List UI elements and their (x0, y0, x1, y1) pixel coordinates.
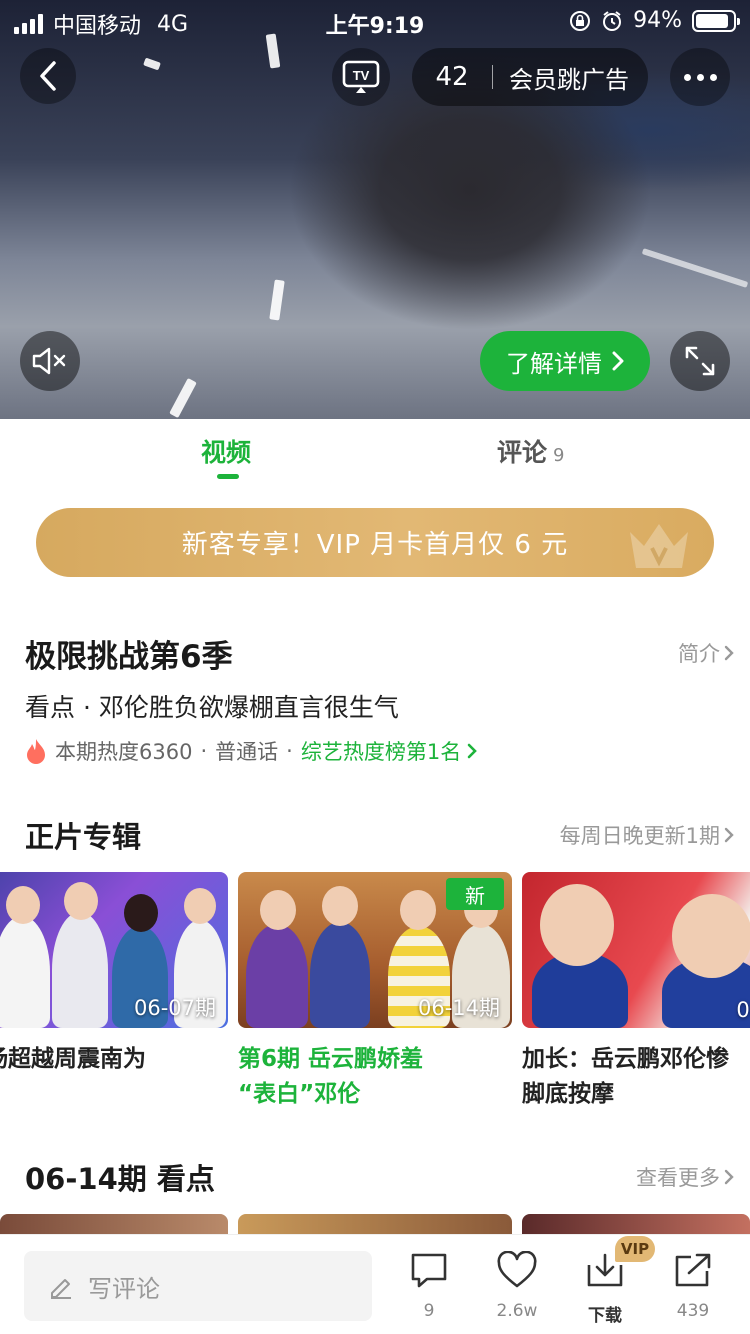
chevron-right-icon (724, 1169, 734, 1185)
status-bar: 中国移动 4G 上午9:19 94% (0, 0, 750, 42)
update-schedule-label: 每周日晚更新1期 (559, 824, 720, 848)
alarm-icon (603, 10, 622, 31)
more-options-button[interactable] (670, 48, 730, 106)
dot-icon (696, 73, 704, 81)
episode-card[interactable]: 06-0 加长：岳云鹏邓伦惨 脚底按摩 (522, 872, 750, 1112)
tv-cast-button[interactable]: TV (332, 48, 390, 106)
learn-more-label: 了解详情 (506, 349, 602, 378)
fullscreen-button[interactable] (670, 331, 730, 391)
tv-cast-icon: TV (342, 60, 380, 93)
highlights-section-title: 06-14期 看点 (25, 1162, 215, 1196)
comments-count-label: 9 (423, 1301, 435, 1321)
battery-icon (692, 9, 740, 32)
ranking-link[interactable]: 综艺热度榜第1名 (300, 736, 478, 766)
chevron-right-icon (467, 743, 478, 759)
speaker-muted-icon (32, 347, 66, 375)
road-marking (143, 57, 161, 71)
show-meta: 本期热度6360 · 普通话 · 综艺热度榜第1名 (25, 736, 478, 766)
intro-label: 简介 (678, 642, 720, 666)
chevron-right-icon (724, 827, 734, 843)
svg-text:TV: TV (353, 68, 370, 83)
likes-count-label: 2.6w (496, 1301, 538, 1321)
vip-skip-ad-label[interactable]: 会员跳广告 (493, 60, 629, 95)
content-tabs: 视频 评论 9 (0, 419, 750, 489)
episode-thumbnail: 06-07期 (0, 872, 228, 1028)
episode-card[interactable]: 新 06-14期 第6期 岳云鹏娇羞 “表白”邓伦 (238, 872, 512, 1112)
highlight-thumbnail[interactable] (0, 1214, 228, 1234)
tab-comments-label: 评论 (497, 438, 548, 467)
pencil-icon (51, 1279, 71, 1299)
highlight-thumbnail[interactable] (522, 1214, 750, 1234)
vip-promo-banner[interactable]: 新客专享！VIP 月卡首月仅 6 元 (36, 508, 714, 577)
episode-highlight: 看点 · 邓伦胜负欲爆棚直言很生气 (25, 693, 399, 722)
download-action[interactable]: 下载 (575, 1251, 635, 1326)
episode-caption: 期 杨超越周震南为 助力 (0, 1046, 147, 1072)
download-label: 下载 (588, 1306, 622, 1326)
vip-crown-icon (630, 524, 688, 568)
back-button[interactable] (20, 48, 76, 104)
road-marking (641, 248, 749, 288)
share-count-label: 439 (676, 1301, 710, 1321)
chevron-left-icon (40, 61, 56, 91)
separator-dot: · (200, 739, 208, 763)
comments-count: 9 (553, 445, 565, 466)
vip-promo-text: 新客专享！VIP 月卡首月仅 6 元 (181, 530, 569, 560)
chevron-right-icon (612, 351, 624, 371)
video-player[interactable]: 中国移动 4G 上午9:19 94% TV 42 会员跳广告 了解详情 (0, 0, 750, 419)
like-action[interactable]: 2.6w (487, 1250, 547, 1321)
download-vip-badge: VIP (615, 1236, 655, 1262)
episode-caption: 加长：岳云鹏邓伦惨 脚底按摩 (522, 1046, 729, 1107)
update-schedule-link[interactable]: 每周日晚更新1期 (560, 820, 734, 850)
share-icon (675, 1253, 711, 1287)
mute-button[interactable] (20, 331, 80, 391)
ad-countdown: 42 (435, 62, 469, 92)
orientation-lock-icon (570, 10, 591, 31)
chevron-right-icon (724, 645, 734, 661)
tab-comments[interactable]: 评论 9 (497, 433, 564, 469)
episode-date: 06-07期 (133, 996, 216, 1020)
active-tab-indicator (217, 474, 239, 479)
comments-action[interactable]: 9 (399, 1251, 459, 1321)
view-more-link[interactable]: 查看更多 (636, 1162, 734, 1192)
language-label: 普通话 (215, 740, 279, 764)
dot-icon (683, 73, 691, 81)
heat-value: 本期热度6360 (55, 740, 193, 764)
learn-more-button[interactable]: 了解详情 (480, 331, 650, 391)
comment-input[interactable]: 写评论 (24, 1251, 372, 1321)
episode-thumbnail: 06-0 (522, 872, 750, 1028)
episode-thumbnail: 新 06-14期 (238, 872, 512, 1028)
view-more-label: 查看更多 (636, 1166, 720, 1190)
episode-date: 06-0 (736, 998, 750, 1022)
battery-percent: 94% (633, 8, 682, 33)
expand-icon (685, 346, 715, 376)
episode-date: 06-14期 (417, 996, 500, 1020)
heart-icon (497, 1250, 537, 1288)
ad-skip-pill[interactable]: 42 会员跳广告 (412, 48, 648, 106)
road-marking (169, 377, 197, 419)
episode-card[interactable]: 06-07期 期 杨超越周震南为 助力 (0, 872, 228, 1112)
episode-list: 06-07期 期 杨超越周震南为 助力 新 06-14期 第6期 岳云鹏娇羞 “… (0, 872, 750, 1132)
tab-video[interactable]: 视频 (201, 433, 251, 469)
episode-caption: 第6期 岳云鹏娇羞 “表白”邓伦 (238, 1046, 424, 1107)
ranking-label: 综艺热度榜第1名 (300, 740, 462, 764)
comment-bubble-icon (411, 1253, 447, 1288)
separator-dot: · (286, 739, 293, 763)
highlight-thumbnail[interactable] (238, 1214, 512, 1234)
comment-placeholder: 写评论 (88, 1274, 160, 1303)
show-title: 极限挑战第6季 (25, 639, 233, 675)
dot-icon (709, 73, 717, 81)
share-action[interactable]: 439 (663, 1251, 723, 1321)
episodes-section-title: 正片专辑 (25, 820, 142, 854)
road-marking (269, 279, 285, 321)
intro-link[interactable]: 简介 (678, 638, 734, 668)
flame-icon (27, 739, 45, 764)
new-badge: 新 (446, 878, 504, 910)
